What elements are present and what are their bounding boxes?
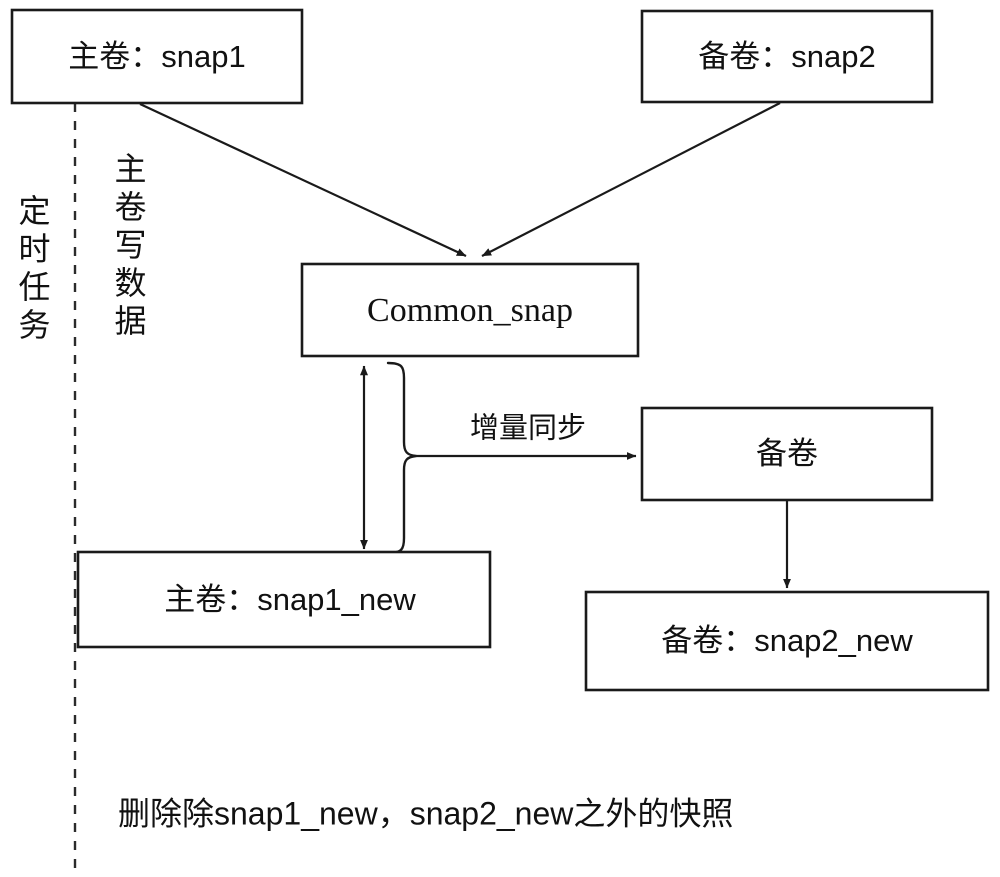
- label-scheduled-task: 定时任务: [15, 194, 51, 346]
- box-backup-volume-label: 备卷: [756, 436, 818, 471]
- box-primary-snap1-label: 主卷：snap1: [68, 39, 245, 74]
- arrow-snap1-to-common: [139, 103, 467, 257]
- label-primary-write-data: 主卷写数据: [111, 152, 147, 342]
- box-backup-volume[interactable]: 备卷: [640, 406, 934, 502]
- box-backup-snap2[interactable]: 备卷：snap2: [640, 9, 934, 104]
- diagram-canvas: 主卷：snap1 备卷：snap2 Common_snap 增量同步 备卷 主卷…: [0, 0, 1000, 877]
- label-incremental-sync: 增量同步: [470, 412, 586, 445]
- box-primary-snap1[interactable]: 主卷：snap1: [10, 8, 304, 105]
- arrow-snap2-to-common: [481, 102, 781, 257]
- box-common-snap-label: Common_snap: [367, 292, 573, 329]
- flow-diagram: 主卷：snap1 备卷：snap2 Common_snap 增量同步 备卷 主卷…: [10, 8, 990, 877]
- box-common-snap[interactable]: Common_snap: [300, 262, 640, 358]
- caption-delete-note: 删除除snap1_new，snap2_new之外的快照: [118, 795, 733, 831]
- box-backup-snap2-new-label: 备卷：snap2_new: [661, 623, 913, 658]
- brace-sync-range: [386, 361, 418, 555]
- box-backup-snap2-new[interactable]: 备卷：snap2_new: [584, 590, 990, 692]
- box-primary-snap1-new[interactable]: 主卷：snap1_new: [76, 550, 492, 649]
- box-backup-snap2-label: 备卷：snap2: [698, 39, 875, 74]
- box-primary-snap1-new-label: 主卷：snap1_new: [164, 582, 416, 617]
